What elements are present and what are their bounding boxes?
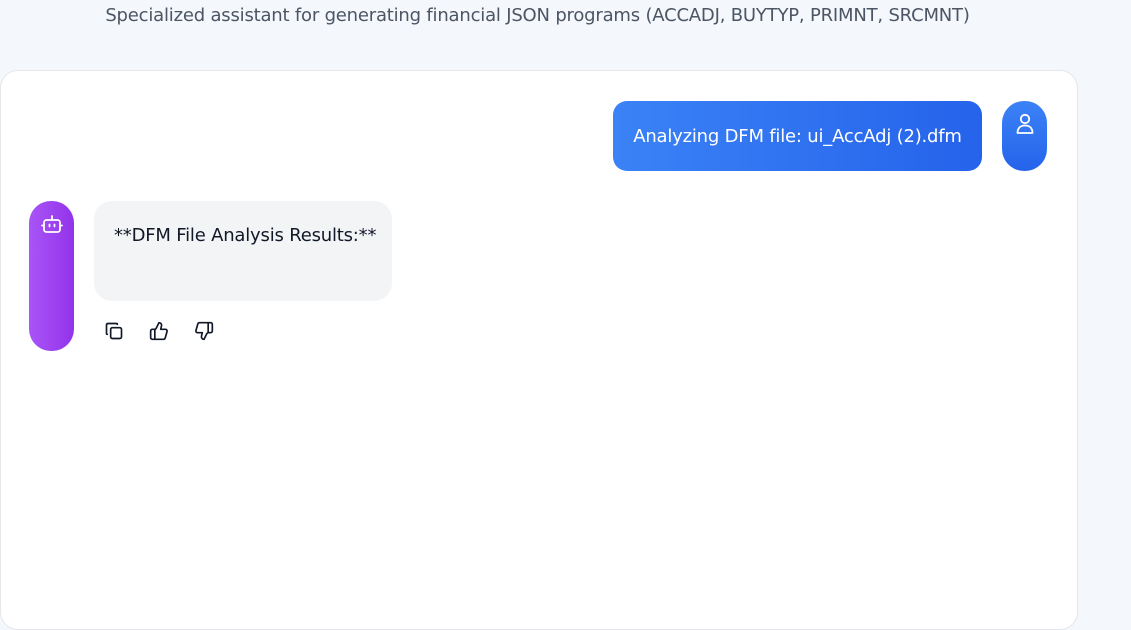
user-icon [1014, 112, 1036, 171]
assistant-message-bubble: **DFM File Analysis Results:** [94, 201, 392, 301]
assistant-message-text: **DFM File Analysis Results:** [114, 225, 377, 246]
bot-icon [40, 213, 64, 351]
user-message-bubble: Analyzing DFM file: ui_AccAdj (2).dfm [613, 101, 982, 171]
thumbs-up-icon[interactable] [148, 320, 170, 342]
page-subtitle: Specialized assistant for generating fin… [105, 5, 970, 26]
thumbs-down-icon[interactable] [193, 320, 215, 342]
assistant-avatar [29, 201, 74, 351]
user-avatar [1002, 101, 1047, 171]
user-message-text: Analyzing DFM file: ui_AccAdj (2).dfm [633, 125, 962, 147]
copy-icon[interactable] [103, 320, 125, 342]
